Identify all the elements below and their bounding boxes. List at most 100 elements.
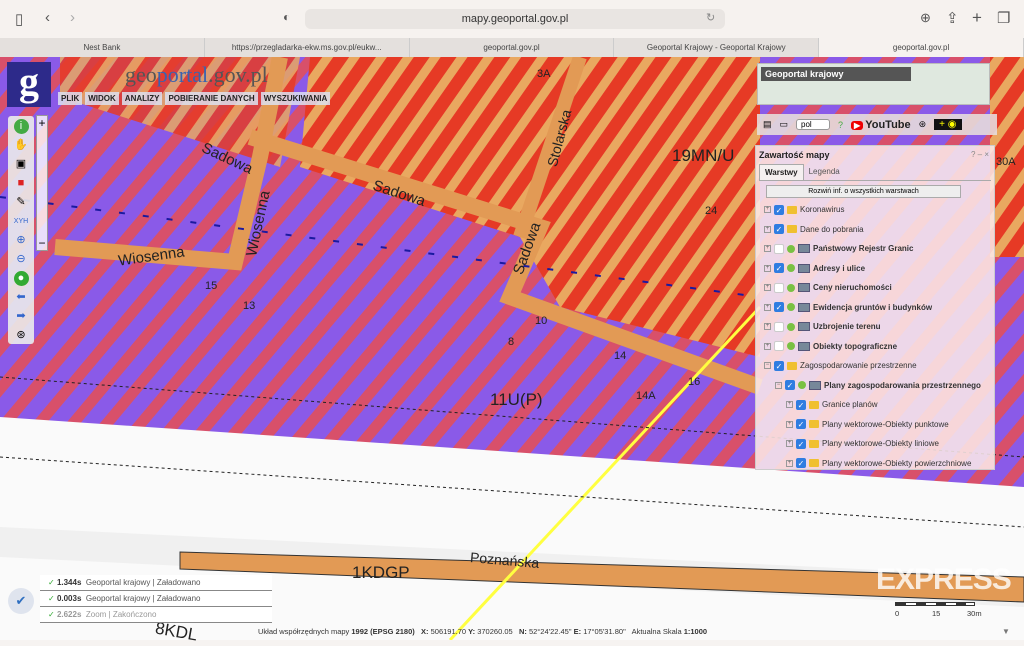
expand-toggle-icon[interactable]: + bbox=[764, 206, 771, 214]
youtube-link[interactable]: ▶ YouTube bbox=[851, 119, 911, 131]
layer-checkbox[interactable]: ✓ bbox=[774, 224, 784, 235]
new-tab-icon[interactable]: + bbox=[972, 8, 982, 28]
tab-geoportal[interactable]: geoportal.gov.pl bbox=[410, 38, 615, 57]
expand-toggle-icon[interactable]: + bbox=[764, 225, 771, 233]
status-state: Załadowano bbox=[156, 578, 201, 587]
contrast-eye-icon[interactable]: + ◉ bbox=[934, 119, 962, 130]
layer-checkbox[interactable] bbox=[774, 341, 784, 352]
pencil-icon[interactable]: ✎ bbox=[14, 195, 29, 210]
layer-label[interactable]: Adresy i ulice bbox=[813, 264, 865, 273]
layer-row: + ✓ Plany wektorowe-Obiekty powierzchniowe bbox=[756, 454, 994, 474]
tab-nest-bank[interactable]: Nest Bank bbox=[0, 38, 205, 57]
computer-icon[interactable]: ▭ bbox=[780, 119, 789, 130]
tab-warstwy[interactable]: Warstwy bbox=[759, 164, 804, 180]
layer-checkbox[interactable]: ✓ bbox=[796, 399, 806, 410]
info-icon[interactable]: i bbox=[13, 119, 29, 134]
language-select[interactable]: pol bbox=[796, 119, 831, 130]
scale-tick: 0 bbox=[895, 609, 900, 618]
pan-hand-icon[interactable]: ✋ bbox=[14, 138, 29, 153]
status-check-icon[interactable]: ✔ bbox=[8, 588, 34, 614]
zoom-minus-icon[interactable]: − bbox=[37, 236, 47, 250]
layer-checkbox[interactable]: ✓ bbox=[774, 302, 784, 313]
layer-checkbox[interactable]: ✓ bbox=[796, 438, 806, 449]
expand-toggle-icon[interactable]: − bbox=[775, 381, 782, 389]
collapse-arrow-icon[interactable]: ▼ bbox=[1002, 627, 1010, 636]
tab-legenda[interactable]: Legenda bbox=[804, 164, 845, 180]
help-icon[interactable]: ? bbox=[838, 120, 843, 130]
panel-controls[interactable]: ? – × bbox=[971, 150, 989, 159]
zoom-plus-icon[interactable]: + bbox=[37, 116, 47, 130]
expand-toggle-icon[interactable]: − bbox=[764, 362, 771, 370]
marker-icon[interactable]: ■ bbox=[14, 176, 29, 191]
menu-analizy[interactable]: ANALIZY bbox=[121, 92, 163, 105]
wms-service-icon bbox=[798, 341, 810, 351]
layer-label[interactable]: Koronawirus bbox=[800, 205, 844, 214]
address-bar[interactable]: mapy.geoportal.gov.pl bbox=[305, 9, 725, 29]
download-icon[interactable]: ⊕ bbox=[920, 10, 931, 26]
expand-toggle-icon[interactable]: + bbox=[786, 440, 793, 448]
reload-icon[interactable]: ↻ bbox=[706, 11, 715, 24]
expand-toggle-icon[interactable]: + bbox=[786, 420, 793, 428]
layer-checkbox[interactable] bbox=[774, 321, 784, 332]
layer-checkbox[interactable]: ✓ bbox=[796, 458, 806, 469]
tab-geoportal-active[interactable]: geoportal.gov.pl bbox=[819, 38, 1024, 57]
layer-row: + Ceny nieruchomości bbox=[756, 278, 994, 298]
menu-plik[interactable]: PLIK bbox=[58, 92, 83, 105]
layer-label[interactable]: Ceny nieruchomości bbox=[813, 283, 892, 292]
layer-checkbox[interactable]: ✓ bbox=[774, 263, 784, 274]
share-icon[interactable]: ⇪ bbox=[946, 9, 959, 27]
next-view-icon[interactable]: ➡ bbox=[14, 309, 29, 324]
layer-label[interactable]: Granice planów bbox=[822, 400, 878, 409]
expand-toggle-icon[interactable]: + bbox=[764, 284, 771, 292]
forward-icon[interactable]: › bbox=[70, 9, 75, 26]
layer-label[interactable]: Obiekty topograficzne bbox=[813, 342, 897, 351]
print-icon[interactable]: ▤ bbox=[763, 119, 772, 130]
layer-label[interactable]: Uzbrojenie terenu bbox=[813, 322, 881, 331]
layer-checkbox[interactable] bbox=[774, 243, 784, 254]
layer-checkbox[interactable]: ✓ bbox=[796, 419, 806, 430]
zoom-slider[interactable]: + − bbox=[36, 115, 48, 251]
expand-toggle-icon[interactable]: + bbox=[786, 401, 793, 409]
layer-label[interactable]: Ewidencja gruntów i budynków bbox=[813, 303, 932, 312]
layer-label[interactable]: Plany wektorowe-Obiekty liniowe bbox=[822, 439, 939, 448]
layer-label[interactable]: Plany wektorowe-Obiekty powierzchniowe bbox=[822, 459, 971, 468]
expand-toggle-icon[interactable]: + bbox=[764, 245, 771, 253]
tabs-overview-icon[interactable]: ❐ bbox=[997, 9, 1010, 27]
overview-map-title: Geoportal krajowy bbox=[761, 67, 911, 81]
accessibility-icon[interactable]: ⊛ bbox=[919, 119, 927, 130]
zoom-in-icon[interactable]: ⊕ bbox=[14, 233, 29, 248]
layer-checkbox[interactable]: ✓ bbox=[774, 360, 784, 371]
layer-checkbox[interactable]: ✓ bbox=[785, 380, 795, 391]
previous-view-icon[interactable]: ⬅ bbox=[14, 290, 29, 305]
menu-pobieranie-danych[interactable]: POBIERANIE DANYCH bbox=[165, 92, 258, 105]
layer-label[interactable]: Państwowy Rejestr Granic bbox=[813, 244, 913, 253]
zoom-out-icon[interactable]: ⊖ bbox=[14, 252, 29, 267]
layer-label[interactable]: Dane do pobrania bbox=[800, 225, 864, 234]
expand-toggle-icon[interactable]: + bbox=[764, 303, 771, 311]
privacy-shield-icon[interactable]: ◐ bbox=[283, 10, 290, 24]
back-icon[interactable]: ‹ bbox=[45, 9, 50, 26]
menu-wyszukiwania[interactable]: WYSZUKIWANIA bbox=[260, 92, 331, 105]
sidebar-icon[interactable]: ▯ bbox=[15, 10, 23, 28]
globe-icon[interactable]: ● bbox=[13, 271, 29, 286]
layer-label[interactable]: Plany zagospodarowania przestrzennego bbox=[824, 381, 981, 390]
expand-toggle-icon[interactable]: + bbox=[764, 264, 771, 272]
expand-toggle-icon[interactable]: + bbox=[786, 459, 793, 467]
layer-checkbox[interactable]: ✓ bbox=[774, 204, 784, 215]
parcel-number: 14A bbox=[636, 390, 656, 402]
geoportal-logo[interactable]: g bbox=[7, 62, 51, 107]
menu-widok[interactable]: WIDOK bbox=[85, 92, 119, 105]
tab-ekw[interactable]: https://przegladarka-ekw.ms.gov.pl/eukw.… bbox=[205, 38, 410, 57]
locate-icon[interactable]: ⊛ bbox=[14, 328, 29, 343]
expand-all-layers-button[interactable]: Rozwiń inf. o wszystkich warstwach bbox=[766, 185, 961, 198]
tab-geoportal-krajowy[interactable]: Geoportal Krajowy - Geoportal Krajowy bbox=[614, 38, 820, 57]
wms-service-icon bbox=[798, 322, 810, 332]
expand-toggle-icon[interactable]: + bbox=[764, 342, 771, 350]
expand-toggle-icon[interactable]: + bbox=[764, 323, 771, 331]
layer-label[interactable]: Zagospodarowanie przestrzenne bbox=[800, 361, 917, 370]
overview-map[interactable]: Geoportal krajowy bbox=[757, 63, 990, 105]
layer-label[interactable]: Plany wektorowe-Obiekty punktowe bbox=[822, 420, 949, 429]
layer-checkbox[interactable] bbox=[774, 282, 784, 293]
select-icon[interactable]: ▣ bbox=[14, 157, 29, 172]
xyz-icon[interactable]: XYH bbox=[14, 214, 29, 229]
